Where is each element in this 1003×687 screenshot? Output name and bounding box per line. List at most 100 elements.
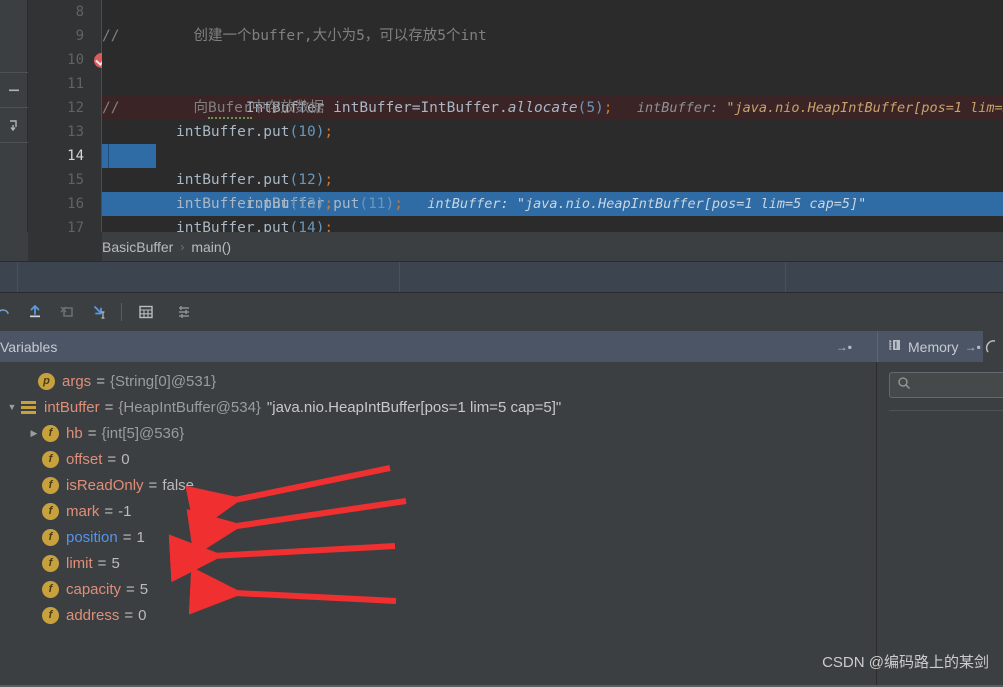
breadcrumb: BasicBuffer › main()	[0, 232, 1003, 261]
code-line[interactable]: //向Bufer中存放数据	[102, 96, 1003, 120]
code-text-area[interactable]: // 创建一个buffer,大小为5，可以存放5个int IntBuffer in…	[102, 0, 1003, 236]
debug-tab-strip[interactable]	[0, 261, 1003, 293]
memory-icon	[889, 338, 902, 355]
variable-value: 0	[138, 606, 147, 624]
variable-row-position[interactable]: f position = 1	[0, 524, 876, 550]
variable-name: limit	[66, 554, 93, 572]
comment-slashes: //	[102, 100, 120, 116]
equals-sign: =	[107, 450, 117, 468]
line-number: 8	[75, 4, 84, 20]
code-semicolon: ;	[324, 124, 334, 140]
variable-ref: {int[5]@536}	[101, 424, 185, 442]
variable-name: intBuffer	[44, 398, 100, 416]
line-number: 13	[67, 124, 84, 140]
code-semicolon: ;	[324, 172, 334, 188]
variable-name: capacity	[66, 580, 122, 598]
step-down-icon[interactable]	[0, 108, 28, 142]
drop-frame-button[interactable]	[52, 297, 82, 327]
tab-segment[interactable]	[400, 262, 786, 293]
variable-row-mark[interactable]: f mark = -1	[0, 498, 876, 524]
chevron-right-icon: ›	[180, 239, 185, 254]
field-icon: f	[42, 554, 59, 572]
code-line[interactable]: intBuffer.put(10);	[102, 120, 1003, 144]
code-line-breakpoint[interactable]: IntBuffer intBuffer=IntBuffer.allocate(5…	[102, 48, 1003, 120]
debug-panel-tabs: Variables →▪ Memory →▪	[0, 331, 1003, 362]
editor-gutter[interactable]: 8 9 10 11 12 13 14 15 16 17	[34, 0, 109, 236]
chevron-down-icon[interactable]: ▼	[4, 394, 20, 420]
variable-row-intBuffer[interactable]: ▼ intBuffer = {HeapIntBuffer@534} "java.…	[0, 394, 876, 420]
expander-placeholder	[22, 368, 38, 394]
code-line[interactable]	[102, 0, 1003, 24]
code-line-current-execution[interactable]: intBuffer.put(11); intBuffer: "java.nio.…	[102, 144, 1003, 216]
field-icon: f	[42, 450, 59, 468]
code-line[interactable]: // 创建一个buffer,大小为5，可以存放5个int	[102, 24, 1003, 48]
variables-tree[interactable]: p args = {String[0]@531} ▼ intBuffer = {…	[0, 362, 876, 687]
memory-search-box[interactable]	[889, 372, 1003, 398]
equals-sign: =	[124, 606, 134, 624]
equals-sign: =	[122, 528, 132, 546]
editor-left-strip	[0, 0, 28, 232]
spellcheck-word: Bufer	[207, 100, 252, 119]
evaluate-expression-button[interactable]	[131, 297, 161, 327]
variable-name: mark	[66, 502, 100, 520]
chevron-right-icon[interactable]: ▶	[26, 420, 42, 446]
comment-suffix: 中存放数据	[251, 100, 325, 116]
debugger-toolbar	[0, 292, 1003, 331]
variable-ref: {HeapIntBuffer@534}	[118, 398, 261, 416]
panel-corner-icon[interactable]	[983, 331, 1003, 362]
pin-tab-icon[interactable]: →▪	[836, 340, 852, 354]
variable-value: 0	[121, 450, 130, 468]
tab-variables[interactable]: Variables →▪	[0, 331, 864, 362]
comment-text: 创建一个buffer,大小为5，可以存放5个int	[193, 28, 487, 44]
force-step-into-button[interactable]	[84, 297, 114, 327]
code-editor: 8 9 10 11 12 13 14 15 16 17 // 创建一个buffer…	[0, 0, 1003, 236]
comment-slashes: //	[102, 28, 120, 44]
code-line[interactable]: intBuffer.put(12);	[102, 168, 1003, 192]
tab-segment[interactable]	[18, 262, 400, 293]
variable-name: offset	[66, 450, 103, 468]
pin-tab-icon[interactable]: →▪	[965, 340, 981, 354]
variable-value: 5	[139, 580, 149, 598]
equals-sign: =	[96, 372, 105, 390]
tab-segment[interactable]	[786, 262, 1003, 293]
code-line[interactable]	[102, 72, 1003, 96]
variable-name: hb	[66, 424, 83, 442]
breadcrumb-method[interactable]: main()	[191, 239, 231, 255]
code-call: intBuffer.put	[176, 172, 290, 188]
watermark: CSDN @编码路上的某剑	[822, 654, 989, 671]
variable-row-args[interactable]: p args = {String[0]@531}	[0, 368, 876, 394]
variable-row-offset[interactable]: f offset = 0	[0, 446, 876, 472]
equals-sign: =	[97, 554, 107, 572]
tab-segment[interactable]	[0, 262, 18, 293]
variable-row-isReadOnly[interactable]: f isReadOnly = false	[0, 472, 876, 498]
variable-row-hb[interactable]: ▶ f hb = {int[5]@536}	[0, 420, 876, 446]
line-number: 11	[67, 76, 84, 92]
code-args: (10)	[289, 124, 325, 140]
minimize-icon[interactable]	[0, 73, 28, 107]
variable-row-capacity[interactable]: f capacity = 5	[0, 576, 876, 602]
step-over-button[interactable]	[0, 297, 18, 327]
comment-prefix: 向	[193, 100, 208, 116]
comment-text: 向Bufer中存放数据	[119, 100, 325, 119]
field-icon: f	[42, 476, 59, 494]
step-out-button[interactable]	[20, 297, 50, 327]
variable-value: 1	[136, 528, 145, 546]
code-semicolon: ;	[324, 196, 334, 212]
toolbar-divider	[121, 303, 122, 321]
tab-memory[interactable]: Memory →▪	[885, 331, 983, 362]
field-icon: f	[42, 424, 59, 442]
memory-panel	[876, 362, 1003, 687]
object-icon	[20, 399, 37, 416]
equals-sign: =	[148, 476, 158, 494]
settings-list-button[interactable]	[169, 297, 199, 327]
ide-debugger-window: 8 9 10 11 12 13 14 15 16 17 // 创建一个buffer…	[0, 0, 1003, 687]
variable-row-address[interactable]: f address = 0	[0, 602, 876, 628]
line-number-current: 14	[67, 148, 84, 164]
variable-row-limit[interactable]: f limit = 5	[0, 550, 876, 576]
memory-search-input[interactable]	[916, 377, 996, 393]
equals-sign: =	[104, 398, 114, 416]
variable-value: "java.nio.HeapIntBuffer[pos=1 lim=5 cap=…	[266, 398, 562, 416]
breadcrumb-class[interactable]: BasicBuffer	[102, 239, 173, 255]
code-line[interactable]: intBuffer.put(13);	[102, 192, 1003, 216]
line-number: 10	[67, 52, 84, 68]
